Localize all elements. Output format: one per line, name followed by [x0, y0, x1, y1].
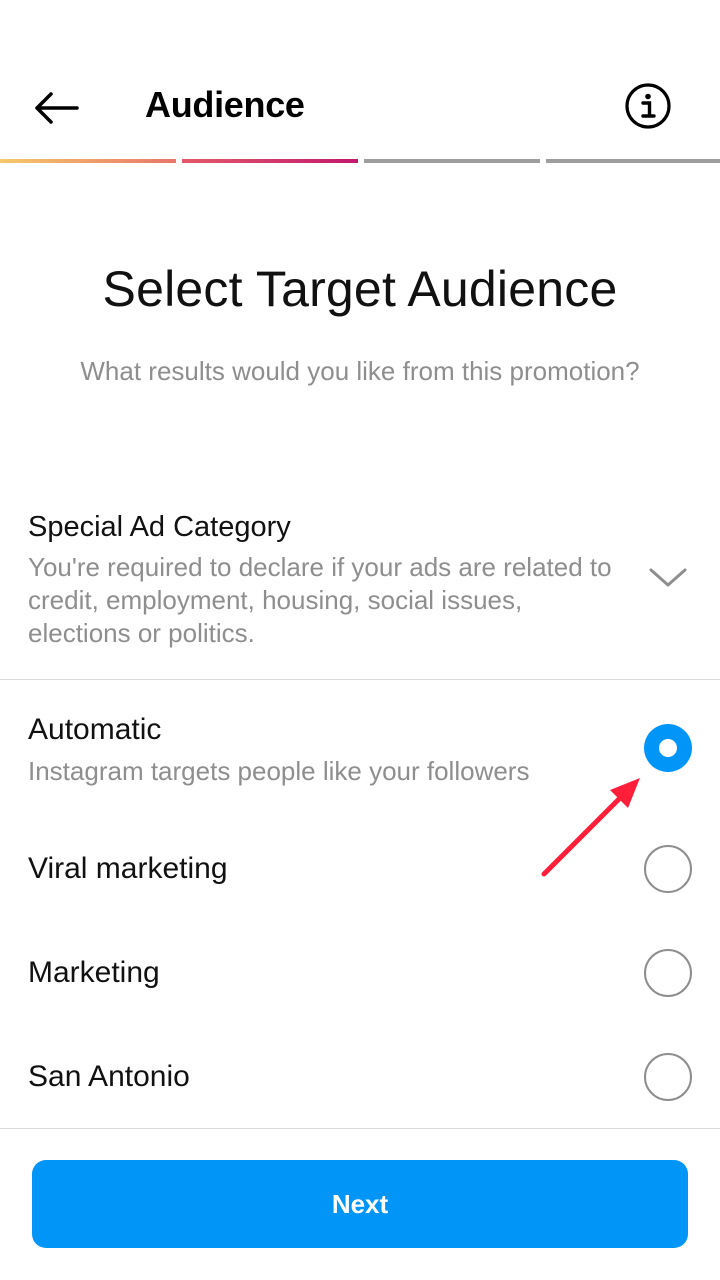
progress-step-1 [0, 159, 176, 163]
audience-screen: Audience Select Target Audience What res… [0, 0, 720, 1280]
option-automatic[interactable]: Automatic Instagram targets people like … [0, 700, 720, 810]
option-label: Automatic [28, 713, 162, 746]
option-san-antonio[interactable]: San Antonio [0, 1038, 720, 1118]
option-label: Marketing [28, 956, 160, 989]
footer-divider [0, 1128, 720, 1129]
arrow-left-icon [35, 92, 79, 124]
step-progress-bar [0, 159, 720, 164]
special-ad-category-dropdown[interactable]: Special Ad Category You're required to d… [0, 500, 720, 680]
radio-button[interactable] [644, 949, 692, 997]
chevron-down-icon[interactable] [648, 562, 688, 592]
special-ad-category-description: You're required to declare if your ads a… [28, 552, 612, 648]
divider [0, 679, 720, 680]
section-title: Select Target Audience [102, 261, 618, 317]
option-label: San Antonio [28, 1060, 190, 1093]
page-title: Audience [145, 84, 305, 125]
header: Audience [0, 0, 720, 160]
progress-step-2 [182, 159, 358, 163]
info-circle-icon [625, 83, 671, 129]
radio-button[interactable] [644, 845, 692, 893]
progress-step-4 [546, 159, 720, 163]
section-subtitle: What results would you like from this pr… [80, 356, 640, 386]
radio-button[interactable] [644, 1053, 692, 1101]
option-viral-marketing[interactable]: Viral marketing [0, 830, 720, 910]
progress-step-3 [364, 159, 540, 163]
info-button[interactable] [622, 80, 674, 132]
radio-dot [659, 739, 677, 757]
option-label: Viral marketing [28, 852, 228, 885]
radio-button-selected[interactable] [644, 724, 692, 772]
next-button[interactable]: Next [32, 1160, 688, 1248]
special-ad-category-title: Special Ad Category [28, 511, 291, 543]
option-description: Instagram targets people like your follo… [28, 756, 530, 786]
back-button[interactable] [24, 80, 88, 136]
option-marketing[interactable]: Marketing [0, 934, 720, 1014]
